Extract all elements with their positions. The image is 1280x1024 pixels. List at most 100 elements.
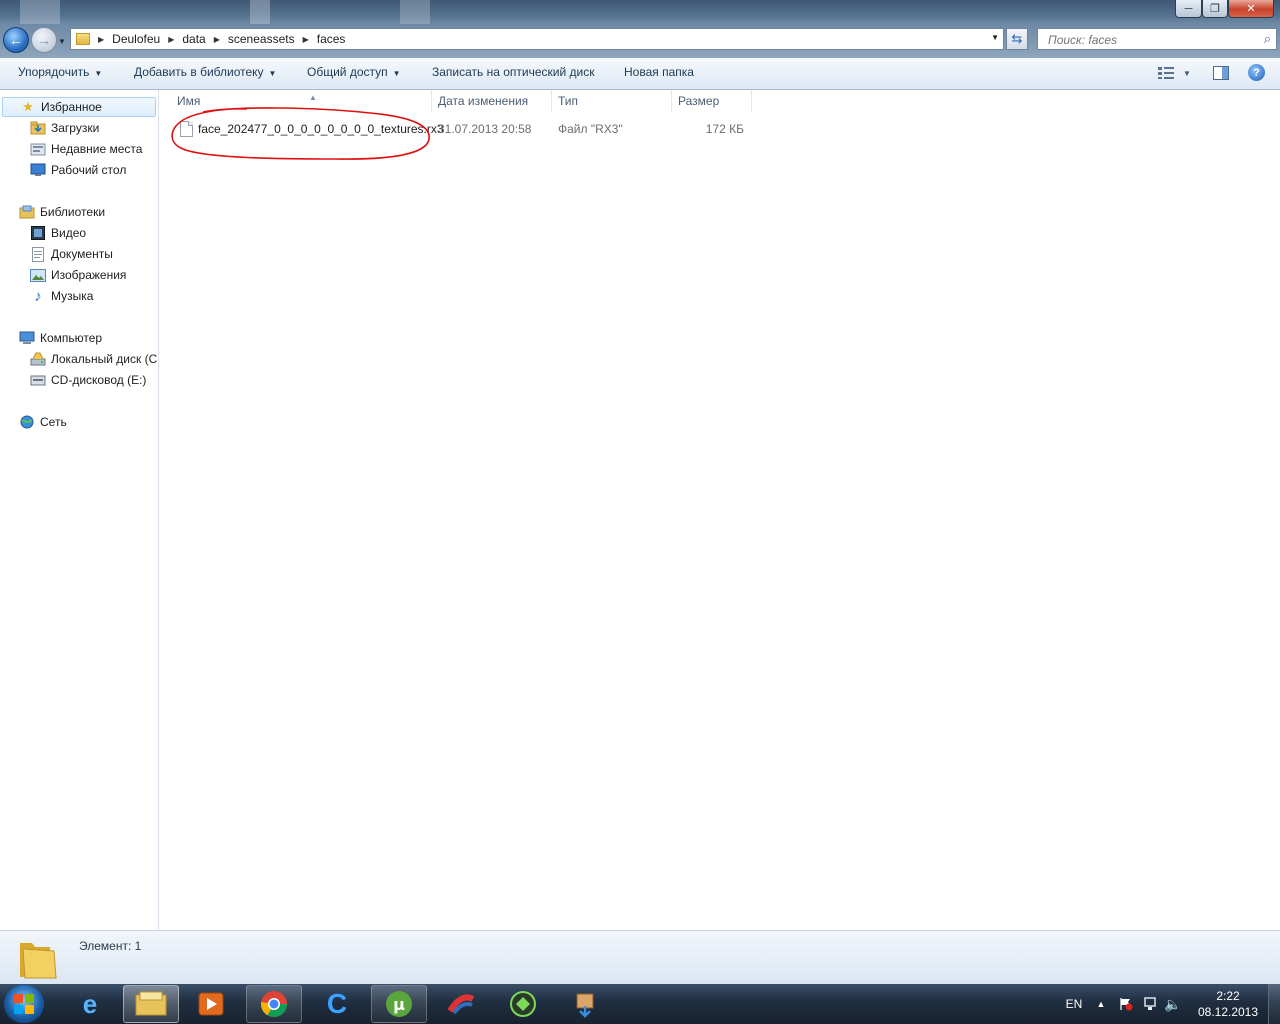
sidebar-item-label: Рабочий стол — [51, 163, 127, 177]
video-icon — [30, 225, 46, 241]
chevron-right-icon[interactable]: ▶ — [168, 35, 174, 44]
ccleaner-button[interactable] — [433, 985, 489, 1023]
forward-button[interactable]: → — [31, 27, 57, 53]
search-box[interactable]: ⌕ — [1037, 28, 1277, 50]
search-icon[interactable]: ⌕ — [1264, 31, 1271, 47]
documents-icon — [30, 246, 46, 262]
back-button[interactable]: ← — [3, 27, 29, 53]
sidebar-item-computer[interactable]: Компьютер — [19, 328, 102, 348]
close-button[interactable]: ✕ — [1228, 0, 1274, 18]
sidebar-item-label: Загрузки — [51, 121, 100, 135]
column-header-modified[interactable]: Дата изменения — [432, 90, 552, 112]
download-manager-icon — [510, 991, 536, 1017]
media-player-icon — [198, 992, 224, 1016]
sidebar-item-video[interactable]: Видео — [30, 223, 86, 243]
explorer-taskbar-button[interactable] — [123, 985, 179, 1023]
flag-warning-icon — [1120, 998, 1133, 1011]
column-header-type[interactable]: Тип — [552, 90, 672, 112]
computer-icon — [19, 330, 35, 346]
file-type: Файл "RX3" — [558, 122, 623, 136]
browser-c-button[interactable]: C — [309, 985, 365, 1023]
taskbar: e C µ EN ▲ 🔈 2:22 08.12.2013 — [0, 984, 1280, 1024]
sidebar-item-label: Музыка — [51, 289, 94, 303]
clock[interactable]: 2:22 08.12.2013 — [1193, 988, 1263, 1020]
sidebar-item-label: CD-дисковод (E:) — [51, 373, 147, 387]
utorrent-taskbar-button[interactable]: µ — [371, 985, 427, 1023]
network-icon — [19, 414, 35, 430]
breadcrumb-faces[interactable]: faces — [317, 32, 346, 46]
action-center-icon[interactable] — [1117, 984, 1135, 1024]
search-input[interactable] — [1046, 30, 1250, 50]
sidebar-item-music[interactable]: ♪ Музыка — [30, 286, 93, 306]
download-manager-button[interactable] — [495, 985, 551, 1023]
internet-explorer-button[interactable]: e — [62, 985, 118, 1023]
clock-time: 2:22 — [1216, 989, 1240, 1003]
sidebar-item-libraries[interactable]: Библиотеки — [19, 202, 105, 222]
internet-explorer-icon: e — [82, 988, 98, 1019]
maximize-button[interactable]: ❐ — [1202, 0, 1228, 18]
address-bar[interactable]: ▶ Deulofeu ▶ data ▶ sceneassets ▶ faces … — [70, 28, 1004, 50]
network-status-icon — [1144, 997, 1156, 1010]
column-header-size[interactable]: Размер — [672, 90, 752, 112]
sidebar-item-desktop[interactable]: Рабочий стол — [30, 160, 126, 180]
app-box-button[interactable] — [557, 985, 613, 1023]
details-view-icon — [1158, 67, 1174, 79]
share-button[interactable]: Общий доступ ▼ — [307, 58, 401, 89]
sidebar-item-recent-places[interactable]: Недавние места — [30, 139, 142, 159]
navigation-pane: ★ Избранное Загрузки Недавние места Рабо… — [0, 90, 159, 930]
breadcrumb-data[interactable]: data — [182, 32, 205, 46]
chevron-down-icon: ▼ — [392, 69, 401, 78]
refresh-button[interactable]: ⇆ — [1006, 28, 1028, 50]
sidebar-item-local-disk-c[interactable]: Локальный диск (C — [30, 349, 157, 369]
chevron-right-icon[interactable]: ▶ — [303, 35, 309, 44]
chrome-taskbar-button[interactable] — [246, 985, 302, 1023]
breadcrumb-deulofeu[interactable]: Deulofeu — [112, 32, 160, 46]
breadcrumb-sceneassets[interactable]: sceneassets — [228, 32, 295, 46]
burn-button[interactable]: Записать на оптический диск — [432, 58, 595, 89]
cd-drive-icon — [30, 372, 46, 388]
file-modified: 31.07.2013 20:58 — [438, 122, 532, 136]
show-desktop-button[interactable] — [1268, 984, 1280, 1024]
sidebar-item-label: Изображения — [51, 268, 127, 282]
organize-button[interactable]: Упорядочить ▼ — [18, 58, 102, 89]
downloads-folder-icon — [30, 120, 46, 136]
title-bar[interactable]: ─ ❐ ✕ — [0, 0, 1280, 24]
chevron-down-icon[interactable]: ▼ — [991, 33, 999, 42]
refresh-icon: ⇆ — [1011, 31, 1023, 46]
chevron-right-icon[interactable]: ▶ — [214, 35, 220, 44]
media-player-button[interactable] — [183, 985, 239, 1023]
show-hidden-icons-button[interactable]: ▲ — [1094, 984, 1108, 1024]
folder-icon — [20, 943, 57, 979]
breadcrumb: ▶ Deulofeu ▶ data ▶ sceneassets ▶ faces — [90, 29, 345, 49]
view-dropdown[interactable]: ▼ — [1181, 65, 1193, 81]
add-to-library-button[interactable]: Добавить в библиотеку ▼ — [134, 58, 276, 89]
sidebar-item-downloads[interactable]: Загрузки — [30, 118, 99, 138]
file-size: 172 КБ — [705, 122, 744, 136]
chevron-right-icon[interactable]: ▶ — [98, 35, 104, 44]
new-folder-button[interactable]: Новая папка — [624, 58, 694, 89]
red-annotation-circle — [171, 107, 430, 160]
view-options-button[interactable] — [1157, 65, 1175, 81]
start-button[interactable] — [4, 985, 44, 1023]
background-blur — [20, 0, 60, 24]
star-icon: ★ — [22, 99, 34, 114]
volume-icon[interactable]: 🔈 — [1164, 984, 1182, 1024]
help-button[interactable]: ? — [1248, 64, 1265, 81]
windows-logo-icon — [14, 994, 34, 1014]
sidebar-item-pictures[interactable]: Изображения — [30, 265, 126, 285]
minimize-button[interactable]: ─ — [1175, 0, 1202, 18]
preview-pane-button[interactable] — [1212, 65, 1230, 81]
network-tray-icon[interactable] — [1141, 984, 1159, 1024]
sidebar-item-label: Локальный диск (C — [51, 352, 158, 366]
sidebar-item-cd-drive-e[interactable]: CD-дисковод (E:) — [30, 370, 146, 390]
sidebar-item-documents[interactable]: Документы — [30, 244, 113, 264]
details-pane: Элемент: 1 — [0, 930, 1280, 984]
preview-pane-icon — [1213, 66, 1229, 80]
sidebar-item-network[interactable]: Сеть — [19, 412, 67, 432]
file-list[interactable]: Имя ▲ Дата изменения Тип Размер face_202… — [159, 90, 1280, 930]
blue-c-icon: C — [326, 988, 348, 1019]
recent-pages-dropdown[interactable]: ▼ — [58, 37, 66, 46]
sidebar-item-favorites[interactable]: ★ Избранное — [2, 97, 156, 117]
sidebar-item-label: Недавние места — [51, 142, 143, 156]
language-indicator[interactable]: EN — [1062, 984, 1086, 1024]
